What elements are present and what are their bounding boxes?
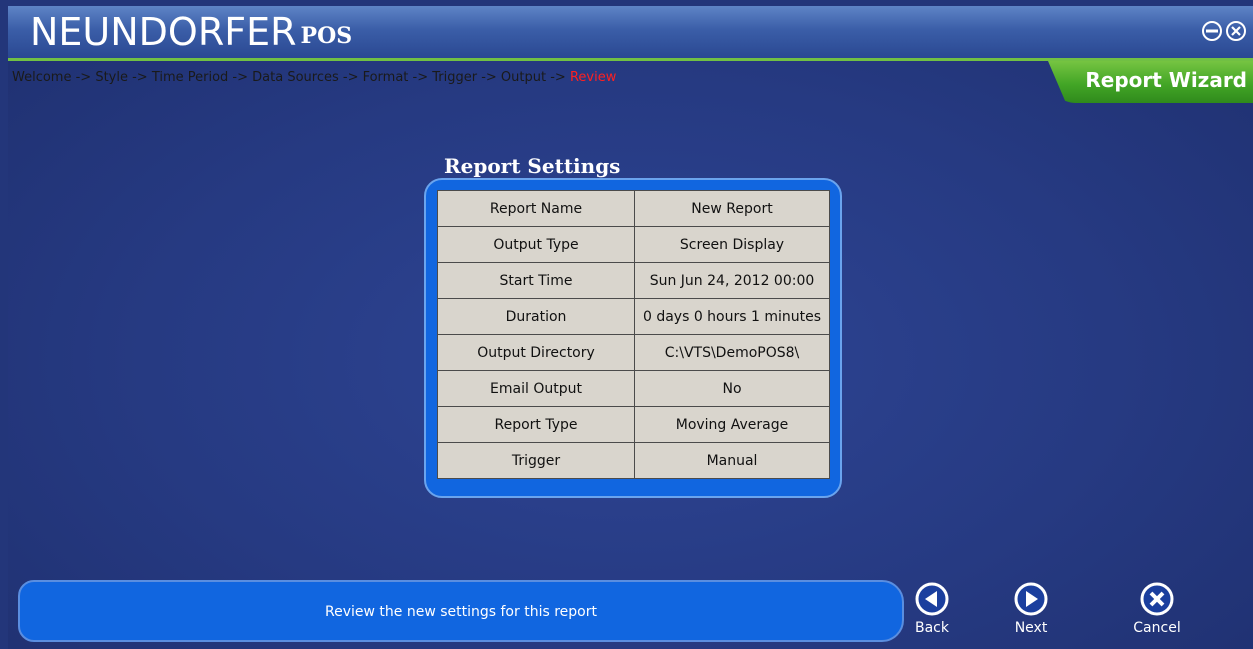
title-divider: [8, 58, 1253, 61]
settings-panel: Report Name New Report Output Type Screen D…: [424, 178, 842, 498]
brand-sub: POS: [300, 23, 353, 49]
cancel-label: Cancel: [1133, 620, 1181, 636]
status-message: Review the new settings for this report: [325, 604, 597, 620]
settings-row: Output Type Screen Display: [437, 226, 830, 263]
settings-row: Start Time Sun Jun 24, 2012 00:00: [437, 262, 830, 299]
setting-key: Duration: [437, 298, 635, 335]
breadcrumb: Welcome -> Style -> Time Period -> Data …: [12, 70, 616, 85]
setting-key: Email Output: [437, 370, 635, 407]
breadcrumb-current: Review: [569, 70, 617, 85]
setting-value: Moving Average: [634, 406, 830, 443]
report-wizard-tab: Report Wizard: [1048, 61, 1253, 103]
setting-key: Output Directory: [437, 334, 635, 371]
settings-row: Trigger Manual: [437, 442, 830, 479]
setting-key: Start Time: [437, 262, 635, 299]
cancel-x-icon: [1140, 582, 1174, 616]
setting-key: Output Type: [437, 226, 635, 263]
settings-row: Output Directory C:\VTS\DemoPOS8\: [437, 334, 830, 371]
cancel-button[interactable]: Cancel: [1122, 582, 1192, 649]
app-logo: NEUNDORFER POS: [30, 12, 352, 56]
settings-row: Email Output No: [437, 370, 830, 407]
setting-value: 0 days 0 hours 1 minutes: [634, 298, 830, 335]
minimize-icon[interactable]: [1201, 20, 1223, 42]
settings-table: Report Name New Report Output Type Screen D…: [437, 190, 830, 479]
setting-key: Report Type: [437, 406, 635, 443]
window-controls: [1201, 20, 1247, 42]
setting-key: Trigger: [437, 442, 635, 479]
next-button[interactable]: Next: [996, 582, 1066, 649]
settings-row: Duration 0 days 0 hours 1 minutes: [437, 298, 830, 335]
report-wizard-label: Report Wizard: [1085, 68, 1247, 92]
close-icon[interactable]: [1225, 20, 1247, 42]
setting-value: New Report: [634, 190, 830, 227]
title-bar: NEUNDORFER POS: [8, 6, 1253, 58]
settings-title: Report Settings: [444, 154, 621, 178]
next-label: Next: [1014, 620, 1048, 636]
setting-value: Screen Display: [634, 226, 830, 263]
back-arrow-icon: [915, 582, 949, 616]
settings-row: Report Type Moving Average: [437, 406, 830, 443]
setting-value: Sun Jun 24, 2012 00:00: [634, 262, 830, 299]
back-button[interactable]: Back: [897, 582, 967, 649]
setting-value: No: [634, 370, 830, 407]
status-bar: Review the new settings for this report: [18, 580, 904, 642]
setting-key: Report Name: [437, 190, 635, 227]
breadcrumb-trail: Welcome -> Style -> Time Period -> Data …: [12, 70, 570, 85]
next-arrow-icon: [1014, 582, 1048, 616]
settings-row: Report Name New Report: [437, 190, 830, 227]
setting-value: Manual: [634, 442, 830, 479]
brand-name: NEUNDORFER: [30, 10, 297, 54]
app-window: NEUNDORFER POS Welcome -> Style -> Time P…: [8, 6, 1253, 649]
back-label: Back: [915, 620, 949, 636]
setting-value: C:\VTS\DemoPOS8\: [634, 334, 830, 371]
